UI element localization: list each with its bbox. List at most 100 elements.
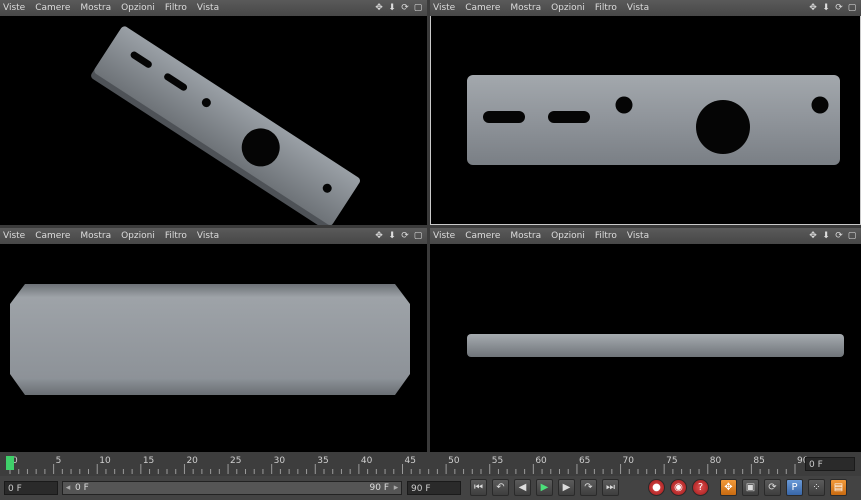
timeline-tick-label: 25 (230, 456, 241, 466)
menu-viste[interactable]: Viste (433, 231, 455, 241)
timeline-tick-label: 40 (361, 456, 373, 466)
timeline-tick-label: 55 (492, 456, 503, 466)
arrow-down-icon[interactable]: ⬇ (387, 229, 397, 242)
viewport-canvas[interactable] (430, 244, 861, 452)
menu-vista[interactable]: Vista (197, 231, 219, 241)
menu-opzioni[interactable]: Opzioni (551, 231, 585, 241)
timeline-ruler[interactable]: 0 5 10 15 20 25 30 35 40 45 50 55 60 65 70 75 80 85 90 0 F (0, 452, 861, 476)
menu-filtro[interactable]: Filtro (595, 231, 617, 241)
move-icon[interactable]: ✥ (374, 229, 384, 242)
next-key-button[interactable]: ↷ (580, 479, 597, 496)
scale-key-button[interactable]: ▣ (742, 479, 759, 496)
move-icon[interactable]: ✥ (374, 1, 384, 14)
viewport-nav-icons: ✥ ⬇ ⟳ ▢ (808, 229, 857, 242)
maximize-icon[interactable]: ▢ (413, 229, 423, 242)
maximize-icon[interactable]: ▢ (847, 1, 857, 14)
range-right-arrow-icon[interactable]: ▸ (391, 482, 401, 494)
next-frame-button[interactable]: ▶ (558, 479, 575, 496)
viewport-canvas[interactable] (0, 244, 427, 452)
play-button[interactable]: ▶ (536, 479, 553, 496)
menu-mostra[interactable]: Mostra (80, 3, 111, 13)
menu-filtro[interactable]: Filtro (595, 3, 617, 13)
animation-toolbar: 0 F ◂ 0 F 90 F ▸ 90 F ⏮ ↶ ◀ ▶ ▶ ↷ ⏭ ● ◉? ✥ ▣ ⟳ P ⁘ ▤ (0, 476, 861, 500)
menu-camere[interactable]: Camere (35, 3, 70, 13)
maximize-icon[interactable]: ▢ (413, 1, 423, 14)
plate-perspective-render (91, 26, 360, 225)
menu-filtro[interactable]: Filtro (165, 3, 187, 13)
point-level-button[interactable]: ⁘ (808, 479, 825, 496)
menu-camere[interactable]: Camere (465, 3, 500, 13)
rotation-key-button[interactable]: ⟳ (764, 479, 781, 496)
viewport-top[interactable]: Viste Camere Mostra Opzioni Filtro Vista ✥ ⬇ ⟳ ▢ (430, 0, 861, 225)
keyframe-selection-button[interactable]: ? (692, 479, 709, 496)
arrow-down-icon[interactable]: ⬇ (821, 229, 831, 242)
rotate-icon[interactable]: ⟳ (400, 1, 410, 14)
menu-opzioni[interactable]: Opzioni (121, 3, 155, 13)
arrow-down-icon[interactable]: ⬇ (821, 1, 831, 14)
viewport-menubar: Viste Camere Mostra Opzioni Filtro Vista ✥ ⬇ ⟳ ▢ (430, 0, 861, 16)
menu-mostra[interactable]: Mostra (510, 3, 541, 13)
record-button[interactable]: ● (648, 479, 665, 496)
timeline-tick-label: 75 (666, 456, 677, 466)
timeline-tick-label: 80 (710, 456, 722, 466)
timeline-tick-label: 15 (143, 456, 154, 466)
timeline-tick-label: 50 (448, 456, 460, 466)
menu-viste[interactable]: Viste (433, 3, 455, 13)
viewport-menubar: Viste Camere Mostra Opzioni Filtro Vista ✥ ⬇ ⟳ ▢ (430, 228, 861, 244)
menu-opzioni[interactable]: Opzioni (121, 231, 155, 241)
menu-camere[interactable]: Camere (35, 231, 70, 241)
timeline-tick-label: 10 (99, 456, 111, 466)
prev-key-button[interactable]: ↶ (492, 479, 509, 496)
arrow-down-icon[interactable]: ⬇ (387, 1, 397, 14)
timeline-tick-label: 30 (274, 456, 286, 466)
maximize-icon[interactable]: ▢ (847, 229, 857, 242)
current-frame-field[interactable]: 0 F (805, 457, 855, 471)
viewport-front[interactable]: Viste Camere Mostra Opzioni Filtro Vista ✥ ⬇ ⟳ ▢ (0, 228, 427, 452)
viewport-right[interactable]: Viste Camere Mostra Opzioni Filtro Vista ✥ ⬇ ⟳ ▢ (430, 228, 861, 452)
timeline-tick-label: 85 (753, 456, 764, 466)
viewport-canvas[interactable] (430, 16, 861, 225)
position-key-button[interactable]: ✥ (720, 479, 737, 496)
timeline-tick-label: 45 (405, 456, 416, 466)
menu-opzioni[interactable]: Opzioni (551, 3, 585, 13)
parameter-key-button[interactable]: P (786, 479, 803, 496)
range-end-label: 90 F (369, 483, 390, 493)
rotate-icon[interactable]: ⟳ (834, 229, 844, 242)
go-to-end-button[interactable]: ⏭ (602, 479, 619, 496)
preview-range-slider[interactable]: ◂ 0 F 90 F ▸ (62, 481, 402, 495)
timeline-ticks: 0 5 10 15 20 25 30 35 40 45 50 55 60 65 70 75 80 85 90 (6, 456, 809, 474)
rotate-icon[interactable]: ⟳ (400, 229, 410, 242)
move-icon[interactable]: ✥ (808, 229, 818, 242)
timeline-tick-label: 5 (56, 456, 62, 466)
prev-frame-button[interactable]: ◀ (514, 479, 531, 496)
go-to-start-button[interactable]: ⏮ (470, 479, 487, 496)
timeline-tick-label: 65 (579, 456, 590, 466)
menu-vista[interactable]: Vista (627, 231, 649, 241)
plate-front-render (10, 284, 410, 395)
rotate-icon[interactable]: ⟳ (834, 1, 844, 14)
range-start-label: 0 F (75, 483, 89, 493)
viewport-menubar: Viste Camere Mostra Opzioni Filtro Vista ✥ ⬇ ⟳ ▢ (0, 228, 427, 244)
timeline-window-button[interactable]: ▤ (830, 479, 847, 496)
viewport-nav-icons: ✥ ⬇ ⟳ ▢ (374, 1, 423, 14)
autokey-button[interactable]: ◉ (670, 479, 687, 496)
plate-top-render (467, 75, 840, 165)
viewport-canvas[interactable] (0, 16, 427, 225)
viewport-perspective[interactable]: Viste Camere Mostra Opzioni Filtro Vista ✥ ⬇ ⟳ ▢ (0, 0, 427, 225)
end-frame-field[interactable]: 90 F (407, 481, 461, 495)
menu-filtro[interactable]: Filtro (165, 231, 187, 241)
menu-viste[interactable]: Viste (3, 3, 25, 13)
menu-camere[interactable]: Camere (465, 231, 500, 241)
menu-vista[interactable]: Vista (627, 3, 649, 13)
playhead-marker[interactable] (6, 456, 14, 470)
viewport-nav-icons: ✥ ⬇ ⟳ ▢ (374, 229, 423, 242)
move-icon[interactable]: ✥ (808, 1, 818, 14)
menu-mostra[interactable]: Mostra (80, 231, 111, 241)
menu-viste[interactable]: Viste (3, 231, 25, 241)
range-left-arrow-icon[interactable]: ◂ (63, 482, 73, 494)
timeline-tick-label: 60 (535, 456, 547, 466)
timeline-tick-label: 20 (186, 456, 198, 466)
start-frame-field[interactable]: 0 F (4, 481, 58, 495)
menu-vista[interactable]: Vista (197, 3, 219, 13)
menu-mostra[interactable]: Mostra (510, 231, 541, 241)
